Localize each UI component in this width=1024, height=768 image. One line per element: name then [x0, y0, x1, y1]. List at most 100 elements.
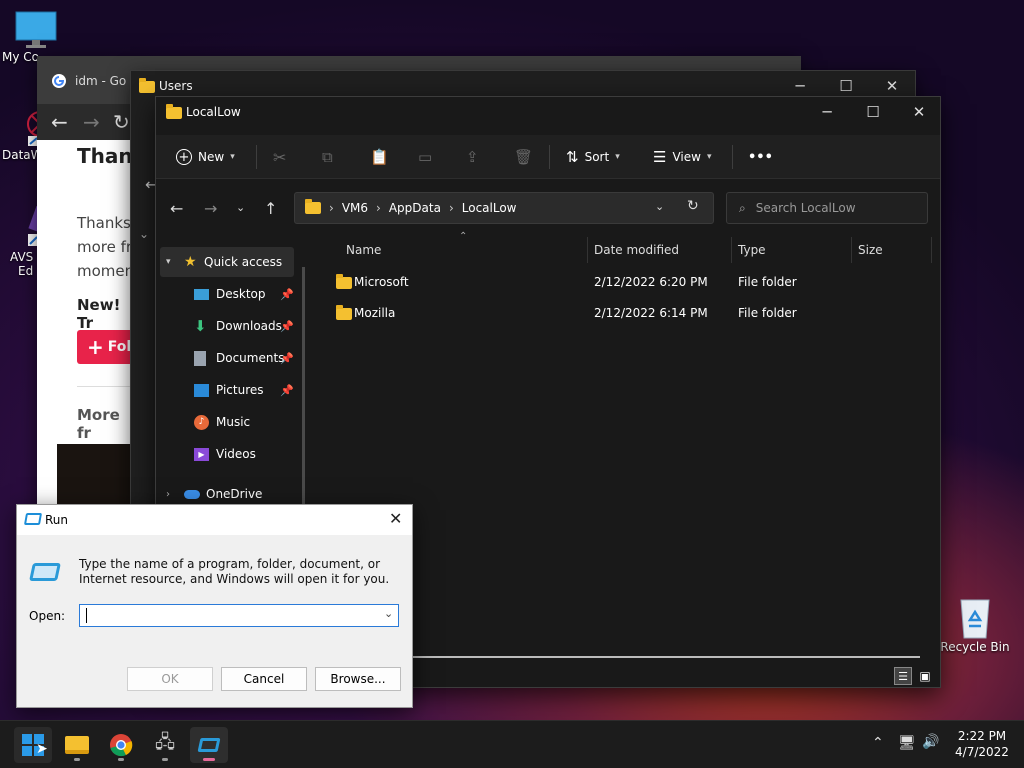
- chevron-down-icon: ▾: [230, 152, 235, 162]
- nav-label: Downloads: [216, 319, 282, 333]
- start-button[interactable]: ➤: [14, 727, 52, 763]
- delete-icon[interactable]: 🗑: [514, 135, 533, 179]
- running-indicator: [74, 758, 80, 761]
- nav-quick-access[interactable]: ▾ ★ Quick access: [160, 247, 294, 277]
- chevron-down-icon[interactable]: ⌄: [384, 607, 393, 620]
- taskbar-file-explorer[interactable]: [58, 727, 96, 763]
- search-box[interactable]: ⌕ Search LocalLow: [726, 192, 928, 224]
- maximize-button[interactable]: ☐: [850, 97, 896, 127]
- more-options-button[interactable]: •••: [748, 135, 773, 179]
- details-view-button[interactable]: ☰: [894, 667, 912, 685]
- nav-item-videos[interactable]: ▶ Videos: [156, 439, 296, 469]
- desktop-icon-label: Recycle Bin: [940, 640, 1010, 654]
- close-button[interactable]: ✕: [896, 97, 942, 127]
- reload-icon[interactable]: ↻: [113, 110, 130, 134]
- column-header-name[interactable]: Name: [346, 239, 381, 261]
- sort-icon: ⇅: [566, 148, 579, 166]
- pin-icon: 📌: [280, 319, 294, 333]
- taskbar: ➤ 🖧 ⌃ 🖥 🔊 2:22 PM 4/7/2022: [0, 720, 1024, 768]
- column-header-date[interactable]: Date modified: [594, 239, 679, 261]
- nav-scrollbar[interactable]: [302, 267, 305, 517]
- horizontal-scrollbar[interactable]: [412, 656, 920, 658]
- browse-button[interactable]: Browse...: [315, 667, 401, 691]
- follow-button[interactable]: + Foll: [77, 330, 137, 364]
- clock-date: 4/7/2022: [955, 745, 1009, 759]
- nav-label: Music: [216, 415, 251, 429]
- thumbnail-view-button[interactable]: ▣: [916, 667, 934, 685]
- paste-icon[interactable]: 📋: [370, 135, 389, 179]
- folder-icon: [305, 199, 321, 214]
- file-row[interactable]: Mozilla 2/12/2022 6:14 PM File folder: [326, 298, 931, 328]
- toolbar-separator: [256, 145, 257, 169]
- ok-button[interactable]: OK: [127, 667, 213, 691]
- folder-icon: [65, 736, 89, 754]
- address-bar[interactable]: › VM6 › AppData › LocalLow ⌄ ↻: [294, 192, 714, 224]
- forward-arrow-icon[interactable]: →: [204, 199, 217, 218]
- music-icon: ♪: [194, 414, 209, 430]
- forward-arrow-icon[interactable]: →: [83, 110, 100, 134]
- pin-icon: 📌: [280, 351, 294, 365]
- refresh-icon[interactable]: ↻: [687, 198, 699, 214]
- divider: [77, 386, 137, 387]
- run-titlebar: Run ✕: [17, 505, 412, 535]
- taskbar-network-app[interactable]: 🖧: [146, 727, 184, 763]
- file-row[interactable]: Microsoft 2/12/2022 6:20 PM File folder: [326, 267, 931, 297]
- desktop-icon-label-line2: Ed: [18, 264, 34, 278]
- up-arrow-icon[interactable]: ↑: [264, 199, 277, 218]
- close-button[interactable]: ✕: [389, 509, 402, 528]
- chrome-icon: [110, 734, 133, 757]
- volume-icon[interactable]: 🔊: [922, 734, 939, 750]
- google-icon: [52, 74, 66, 88]
- nav-label: Desktop: [216, 287, 266, 301]
- new-button[interactable]: + New ▾: [176, 135, 235, 179]
- taskbar-chrome[interactable]: [102, 727, 140, 763]
- rename-icon[interactable]: ▭: [418, 135, 432, 179]
- nav-item-desktop[interactable]: Desktop 📌: [156, 279, 296, 309]
- column-header-size[interactable]: Size: [858, 239, 883, 261]
- show-hidden-icons-icon[interactable]: ⌃: [872, 735, 884, 751]
- recycle-bin-icon: [960, 599, 990, 639]
- breadcrumb-item[interactable]: AppData: [389, 201, 441, 215]
- open-input[interactable]: ⌄: [79, 604, 399, 627]
- breadcrumb-item[interactable]: LocalLow: [462, 201, 517, 215]
- share-icon[interactable]: ⇪: [466, 135, 479, 179]
- nav-item-pictures[interactable]: Pictures 📌: [156, 375, 296, 405]
- nav-item-downloads[interactable]: ⬇ Downloads 📌: [156, 311, 296, 341]
- minimize-button[interactable]: ─: [804, 97, 850, 127]
- nav-label: Quick access: [204, 255, 283, 269]
- column-header-type[interactable]: Type: [738, 239, 766, 261]
- nav-label: Documents: [216, 351, 285, 365]
- chevron-down-icon[interactable]: ⌄: [655, 200, 664, 213]
- network-icon[interactable]: 🖥: [898, 735, 916, 751]
- nav-item-music[interactable]: ♪ Music: [156, 407, 296, 437]
- running-indicator: [162, 758, 168, 761]
- copy-icon[interactable]: ⧉: [322, 135, 333, 179]
- back-arrow-icon[interactable]: ←: [51, 110, 68, 134]
- plus-icon: +: [87, 335, 104, 359]
- run-description: Type the name of a program, folder, docu…: [79, 557, 390, 586]
- breadcrumb-item[interactable]: VM6: [342, 201, 368, 215]
- page-para-line: more fr: [77, 238, 133, 256]
- cut-icon[interactable]: ✂: [273, 135, 286, 179]
- cancel-button[interactable]: Cancel: [221, 667, 307, 691]
- back-arrow-icon[interactable]: ←: [170, 199, 183, 218]
- taskbar-run[interactable]: [190, 727, 228, 763]
- column-separator: [851, 237, 852, 263]
- chevron-down-icon[interactable]: ⌄: [139, 227, 149, 241]
- run-dialog[interactable]: Run ✕ Type the name of a program, folder…: [16, 504, 413, 708]
- recent-locations-icon[interactable]: ⌄: [236, 201, 245, 214]
- file-date: 2/12/2022 6:20 PM: [594, 275, 708, 289]
- new-label: New: [198, 150, 225, 164]
- videos-icon: ▶: [194, 447, 209, 461]
- window-title: LocalLow: [186, 105, 241, 119]
- desktop-icon-recycle-bin[interactable]: Recycle Bin: [935, 594, 1015, 654]
- pictures-icon: [194, 383, 209, 397]
- mouse-cursor-icon: ➤: [36, 741, 48, 757]
- view-button[interactable]: ☰ View ▾: [653, 135, 711, 179]
- sort-button[interactable]: ⇅ Sort ▾: [566, 135, 620, 179]
- monitor-icon: [15, 11, 57, 48]
- sort-indicator-icon: ⌃: [459, 231, 468, 242]
- folder-icon: [336, 305, 352, 320]
- nav-item-documents[interactable]: Documents 📌: [156, 343, 296, 373]
- clock[interactable]: 2:22 PM 4/7/2022: [948, 728, 1016, 760]
